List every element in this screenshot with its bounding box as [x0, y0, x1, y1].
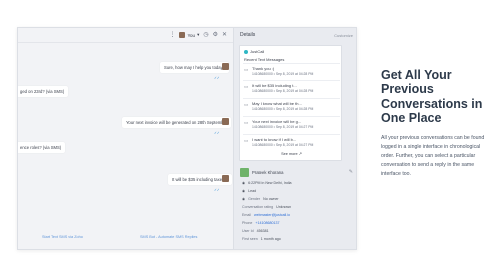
chat-bubble-icon: ▭: [244, 102, 249, 107]
owner-icon: ◉: [242, 197, 246, 201]
chat-bubble-icon: ▭: [244, 138, 249, 143]
contact-row: ◉ Gender No owner: [242, 197, 279, 201]
divider: [243, 80, 340, 81]
divider: [243, 98, 340, 99]
kebab-icon[interactable]: ⋮: [169, 32, 175, 38]
justcall-card: JustCall Recent Text Messages ▭ Thank yo…: [239, 45, 342, 161]
customize-link[interactable]: Customize: [334, 33, 353, 38]
divider: [243, 134, 340, 135]
phone-link[interactable]: +14108680137: [255, 221, 279, 225]
details-header: Details Customize: [234, 28, 356, 42]
clock-icon[interactable]: ◷: [203, 32, 208, 38]
message-bubble: Sure, how may I help you today?: [160, 62, 229, 74]
marketing-headline: Get All Your Previous Conversations in O…: [381, 68, 483, 125]
assignee-dropdown[interactable]: You ▾: [179, 32, 199, 38]
assignee-label: You: [187, 32, 196, 38]
app-window: ⋮ You ▾ ◷ ⚙ ✕ Sure, how may I help you t…: [17, 27, 357, 250]
message-bubble: ence roles? (via SMS): [18, 142, 66, 154]
close-icon[interactable]: ✕: [222, 32, 227, 38]
justcall-logo-icon: [244, 49, 248, 54]
chat-pane: ⋮ You ▾ ◷ ⚙ ✕ Sure, how may I help you t…: [18, 28, 233, 249]
settings-icon[interactable]: ⚙: [213, 32, 218, 38]
list-item[interactable]: ▭ It will be $35 including t... 14108680…: [244, 82, 340, 96]
message-meta: 14108680000 • Sep 8, 2019 at 04:28 PM: [252, 88, 314, 93]
contact-value: 456381: [256, 229, 269, 233]
read-status: ✓✓: [214, 188, 220, 192]
contact-value: No owner: [263, 197, 279, 201]
contact-key: First seen: [242, 237, 258, 241]
contact-value: Unknown: [276, 205, 292, 209]
contact-key: User Id: [242, 229, 254, 233]
contact-value: 1 month ago: [260, 237, 281, 241]
details-pane: Details Customize JustCall Recent Text M…: [233, 28, 356, 249]
contact-value: 6:22PM in New Delhi, India: [248, 181, 292, 185]
contact-row: ◉ Lead: [242, 189, 256, 193]
list-item[interactable]: ▭ Your next invoice will be g... 1410868…: [244, 118, 340, 132]
contact-name: Prateek Khorana: [252, 170, 284, 175]
contact-panel: Prateek Khorana ✎ ◉ 6:22PM in New Delhi,…: [234, 164, 356, 249]
contact-row: Email webmaster@justcall.io: [242, 213, 290, 217]
message-meta: 14108680000 • Sep 8, 2019 at 04:28 PM: [252, 106, 314, 111]
brand-label: JustCall: [250, 49, 265, 54]
details-title: Details: [240, 32, 256, 38]
chat-footer: Start Text SMS via Zoho SMS Bot - Automa…: [18, 233, 233, 249]
message-meta: 14108680000 • Sep 8, 2019 at 04:28 PM: [252, 71, 314, 76]
message-bubble: Your next invoice will be generated on 2…: [122, 117, 232, 129]
contact-key: Conversation rating: [242, 205, 274, 209]
contact-row: User Id 456381: [242, 229, 269, 233]
agent-avatar: [222, 175, 229, 182]
contact-row: First seen 1 month ago: [242, 237, 281, 241]
message-text: ged on 23rd? (via SMS): [20, 89, 65, 94]
marketing-body: All your previous conversations can be f…: [381, 135, 485, 177]
avatar: [240, 168, 249, 177]
read-status: ✓✓: [214, 131, 220, 135]
message-text: It will be $35 including taxes :): [172, 177, 228, 182]
divider: [243, 116, 340, 117]
message-text: Sure, how may I help you today?: [164, 65, 225, 70]
message-meta: 14108680000 • Sep 8, 2019 at 04:27 PM: [252, 124, 314, 129]
footer-link[interactable]: Start Text SMS via Zoho: [42, 235, 83, 239]
see-more-link[interactable]: See more ↗: [240, 151, 343, 156]
card-subtitle: Recent Text Messages: [244, 57, 285, 62]
agent-avatar: [222, 118, 229, 125]
list-item[interactable]: ▭ I want to know if I will b... 14108680…: [244, 136, 340, 150]
card-brand: JustCall: [244, 49, 264, 54]
message-meta: 14108680000 • Sep 8, 2019 at 04:27 PM: [252, 142, 314, 147]
contact-key: Email: [242, 213, 251, 217]
contact-row: ◉ 6:22PM in New Delhi, India: [242, 181, 292, 185]
contact-row: Conversation rating Unknown: [242, 205, 291, 209]
divider: [18, 42, 233, 43]
chat-bubble-icon: ▭: [244, 120, 249, 125]
contact-value: Lead: [248, 189, 257, 193]
message-preview: It will be $35 including t...: [252, 83, 297, 88]
message-text: ence roles? (via SMS): [20, 145, 62, 150]
chat-bubble-icon: ▭: [244, 67, 249, 72]
contact-key: Gender: [248, 197, 261, 201]
location-icon: ◉: [242, 181, 246, 185]
list-item[interactable]: ▭ Thank you :) 14108680000 • Sep 8, 2019…: [244, 65, 340, 79]
footer-link[interactable]: SMS Bot - Automate SMS Replies: [140, 235, 197, 239]
agent-avatar: [222, 63, 229, 70]
chevron-down-icon: ▾: [197, 32, 200, 37]
message-preview: Thank you :): [252, 66, 275, 71]
chat-toolbar: ⋮ You ▾ ◷ ⚙ ✕: [18, 28, 233, 42]
avatar: [179, 32, 186, 38]
message-bubble: ged on 23rd? (via SMS): [18, 86, 69, 98]
read-status: ✓✓: [214, 76, 220, 80]
email-link[interactable]: webmaster@justcall.io: [254, 213, 290, 217]
contact-key: Phone: [242, 221, 253, 225]
message-preview: Your next invoice will be g...: [252, 119, 302, 124]
person-icon: ◉: [242, 189, 246, 193]
message-preview: I want to know if I will b...: [252, 137, 297, 142]
message-preview: May I know what will be th...: [252, 101, 302, 106]
message-text: Your next invoice will be generated on 2…: [126, 120, 228, 125]
list-item[interactable]: ▭ May I know what will be th... 14108680…: [244, 100, 340, 114]
chat-bubble-icon: ▭: [244, 84, 249, 89]
edit-icon[interactable]: ✎: [349, 169, 353, 175]
contact-row: Phone +14108680137: [242, 221, 280, 225]
divider: [243, 63, 340, 64]
